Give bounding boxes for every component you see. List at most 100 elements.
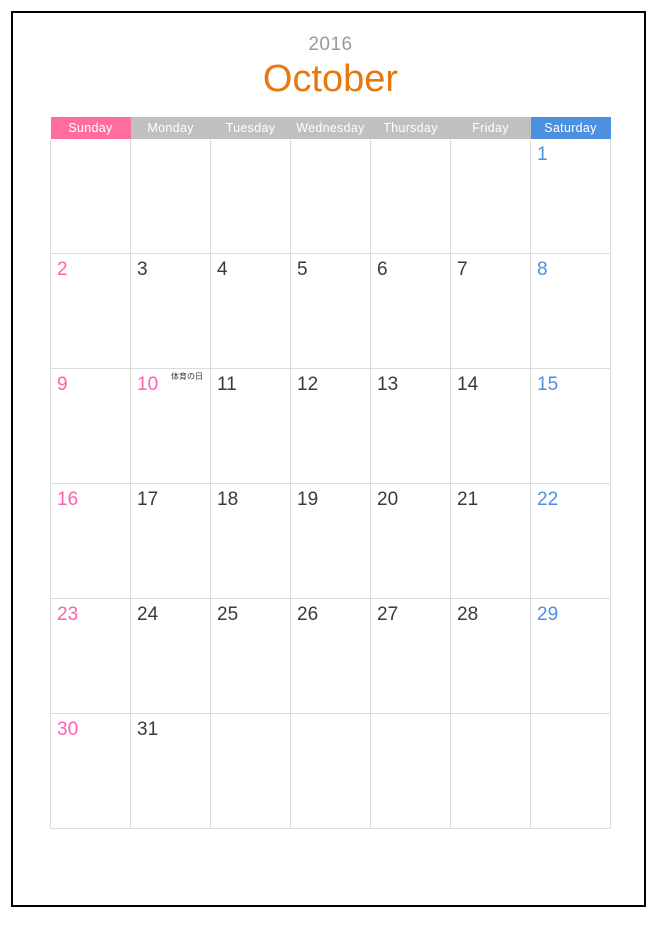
calendar-year: 2016	[308, 34, 353, 55]
day-number: 28	[457, 604, 479, 625]
day-cell-content: 19	[291, 484, 370, 598]
calendar-empty-cell	[210, 139, 291, 254]
day-cell-content: 9	[51, 369, 130, 483]
day-cell-content: 8	[531, 254, 610, 368]
calendar-day-cell[interactable]: 8	[530, 253, 611, 369]
calendar-day-cell[interactable]: 19	[290, 483, 371, 599]
day-cell-content: 30	[51, 714, 130, 828]
calendar-month: October	[262, 58, 399, 100]
weekday-header-tuesday: Tuesday	[210, 117, 291, 139]
day-number: 25	[217, 604, 239, 625]
day-number: 10	[137, 374, 159, 395]
calendar-day-cell[interactable]: 4	[210, 253, 291, 369]
calendar-day-cell[interactable]: 27	[370, 598, 451, 714]
calendar-week-row: 1	[50, 139, 611, 254]
calendar-day-cell[interactable]: 9	[50, 368, 131, 484]
calendar-day-cell[interactable]: 16	[50, 483, 131, 599]
day-cell-content: 7	[451, 254, 530, 368]
calendar-empty-cell	[290, 139, 371, 254]
calendar-empty-cell	[450, 139, 531, 254]
calendar-day-cell[interactable]: 14	[450, 368, 531, 484]
calendar-page-frame: 2016 October Sunday Monday Tuesday Wednesda…	[11, 11, 646, 907]
calendar-day-cell[interactable]: 1	[530, 139, 611, 254]
day-number: 8	[537, 259, 548, 280]
calendar-empty-cell	[370, 713, 451, 829]
day-number: 15	[537, 374, 559, 395]
day-number: 23	[57, 604, 79, 625]
day-cell-content	[371, 714, 450, 828]
day-cell-content	[211, 714, 290, 828]
calendar-empty-cell	[50, 139, 131, 254]
calendar-day-cell[interactable]: 2	[50, 253, 131, 369]
calendar-day-cell[interactable]: 29	[530, 598, 611, 714]
calendar-empty-cell	[130, 139, 211, 254]
calendar-week-row: 9 10 体育の日 11 12 13 14 15	[50, 368, 611, 484]
day-cell-content	[531, 714, 610, 828]
calendar-day-cell[interactable]: 31	[130, 713, 211, 829]
day-cell-content	[51, 139, 130, 253]
calendar-day-cell[interactable]: 5	[290, 253, 371, 369]
calendar-day-cell[interactable]: 15	[530, 368, 611, 484]
calendar-empty-cell	[210, 713, 291, 829]
calendar-day-cell[interactable]: 24	[130, 598, 211, 714]
calendar-day-cell[interactable]: 3	[130, 253, 211, 369]
day-number: 11	[217, 374, 237, 395]
calendar-day-cell[interactable]: 7	[450, 253, 531, 369]
day-number: 5	[297, 259, 308, 280]
calendar-day-cell[interactable]: 17	[130, 483, 211, 599]
day-cell-content: 26	[291, 599, 370, 713]
calendar-day-cell[interactable]: 13	[370, 368, 451, 484]
day-number: 20	[377, 489, 399, 510]
day-number: 16	[57, 489, 79, 510]
day-cell-content: 12	[291, 369, 370, 483]
day-cell-content	[451, 714, 530, 828]
weekday-header-friday: Friday	[450, 117, 531, 139]
calendar-day-cell[interactable]: 11	[210, 368, 291, 484]
calendar-day-cell[interactable]: 6	[370, 253, 451, 369]
day-cell-content: 10 体育の日	[131, 369, 210, 483]
day-cell-content: 17	[131, 484, 210, 598]
day-number: 12	[297, 374, 319, 395]
day-cell-content	[371, 139, 450, 253]
day-number: 14	[457, 374, 479, 395]
calendar-empty-cell	[450, 713, 531, 829]
day-number: 31	[137, 719, 159, 740]
calendar-day-cell[interactable]: 23	[50, 598, 131, 714]
day-cell-content: 24	[131, 599, 210, 713]
calendar-day-cell[interactable]: 28	[450, 598, 531, 714]
weekday-header-monday: Monday	[130, 117, 211, 139]
calendar-day-cell[interactable]: 10 体育の日	[130, 368, 211, 484]
day-number: 30	[57, 719, 79, 740]
calendar-day-cell[interactable]: 12	[290, 368, 371, 484]
calendar-day-cell[interactable]: 21	[450, 483, 531, 599]
day-number: 13	[377, 374, 399, 395]
calendar-day-cell[interactable]: 22	[530, 483, 611, 599]
day-number: 19	[297, 489, 319, 510]
weekday-header-sunday: Sunday	[50, 117, 131, 139]
day-cell-content: 11	[211, 369, 290, 483]
day-cell-content: 1	[531, 139, 610, 253]
day-number: 27	[377, 604, 399, 625]
calendar-week-row: 16 17 18 19 20 21 22	[50, 483, 611, 599]
calendar-day-cell[interactable]: 20	[370, 483, 451, 599]
calendar-day-cell[interactable]: 26	[290, 598, 371, 714]
day-number: 29	[537, 604, 559, 625]
day-cell-content: 15	[531, 369, 610, 483]
day-number: 7	[457, 259, 468, 280]
day-number: 6	[377, 259, 388, 280]
day-number: 4	[217, 259, 228, 280]
calendar-day-cell[interactable]: 18	[210, 483, 291, 599]
day-cell-content: 3	[131, 254, 210, 368]
day-number: 24	[137, 604, 159, 625]
calendar-empty-cell	[530, 713, 611, 829]
day-cell-content: 14	[451, 369, 530, 483]
calendar-day-cell[interactable]: 25	[210, 598, 291, 714]
day-cell-content: 4	[211, 254, 290, 368]
day-number: 21	[457, 489, 479, 510]
day-cell-content: 25	[211, 599, 290, 713]
day-cell-content: 13	[371, 369, 450, 483]
calendar-day-cell[interactable]: 30	[50, 713, 131, 829]
day-cell-content	[451, 139, 530, 253]
calendar-week-row: 23 24 25 26 27 28 29	[50, 598, 611, 714]
calendar-grid: Sunday Monday Tuesday Wednesday Thursday Frid…	[50, 117, 611, 829]
